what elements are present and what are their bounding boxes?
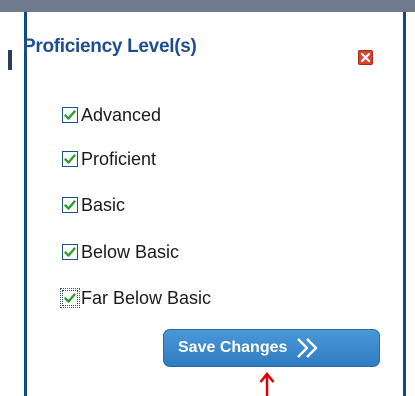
basic-checkbox[interactable] — [62, 197, 78, 213]
proficient-label: Proficient — [81, 148, 157, 169]
background-edge-mark — [8, 50, 12, 70]
proficient-checkbox[interactable] — [62, 151, 78, 167]
advanced-label: Advanced — [81, 104, 162, 125]
save-changes-button[interactable]: Save Changes — [163, 329, 380, 367]
option-basic[interactable]: Basic — [62, 193, 125, 217]
below-basic-checkbox[interactable] — [62, 244, 78, 260]
checkmark-icon — [64, 200, 76, 210]
basic-label: Basic — [81, 194, 126, 215]
close-button[interactable] — [358, 50, 373, 65]
close-x-icon — [360, 52, 371, 63]
far-below-basic-checkbox[interactable] — [60, 288, 80, 308]
option-far-below-basic[interactable]: Far Below Basic — [60, 286, 212, 310]
option-advanced[interactable]: Advanced — [62, 103, 161, 127]
far-below-basic-label: Far Below Basic — [81, 287, 212, 308]
screenshot-frame: Proficiency Level(s) Advanced Proficient — [0, 0, 415, 396]
advanced-checkbox[interactable] — [62, 107, 78, 123]
option-proficient[interactable]: Proficient — [62, 147, 156, 171]
window-top-border — [0, 0, 415, 12]
checkmark-icon — [64, 110, 76, 120]
checkmark-icon — [64, 154, 76, 164]
option-below-basic[interactable]: Below Basic — [62, 240, 179, 264]
panel-title: Proficiency Level(s) — [23, 36, 197, 57]
below-basic-label: Below Basic — [81, 241, 180, 262]
checkmark-icon — [64, 293, 76, 303]
double-chevron-right-icon — [297, 338, 318, 358]
checkmark-icon — [64, 247, 76, 257]
red-up-arrow-icon — [259, 372, 275, 396]
save-changes-label: Save Changes — [178, 339, 288, 356]
